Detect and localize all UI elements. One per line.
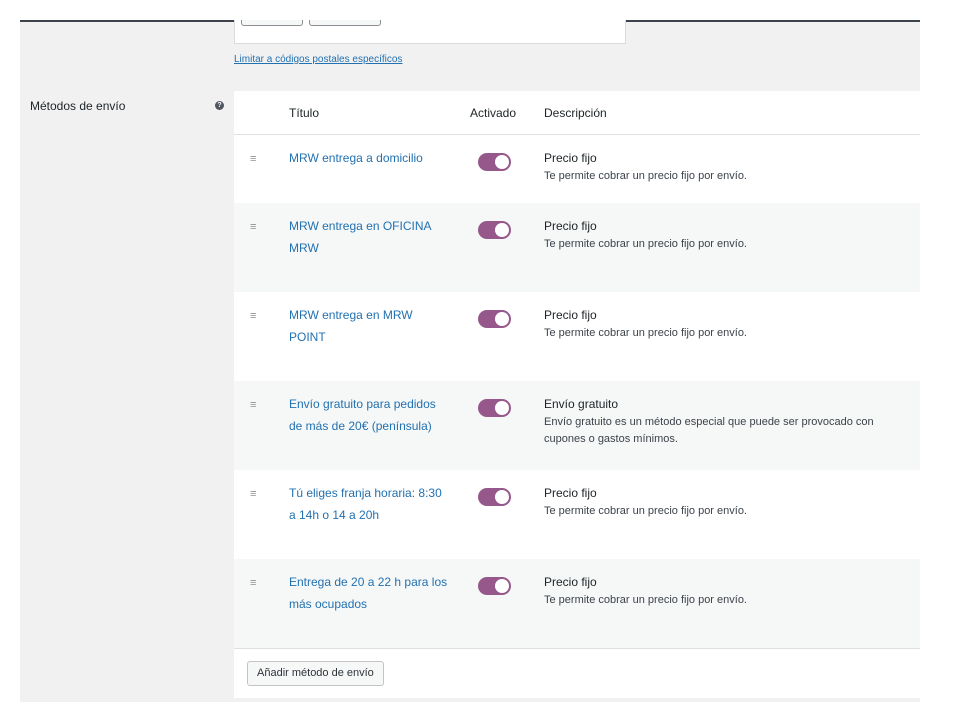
table-row: ≡ MRW entrega a domicilio Precio fijo Te… xyxy=(234,135,920,203)
table-row: ≡ MRW entrega en OFICINA MRW Precio fijo… xyxy=(234,203,920,292)
limit-postcodes-link[interactable]: Limitar a códigos postales específicos xyxy=(234,54,402,65)
method-type: Envío gratuito xyxy=(544,397,619,411)
method-title-link[interactable]: Entrega de 20 a 22 h para los más ocupad… xyxy=(289,571,449,615)
method-title-link[interactable]: MRW entrega a domicilio xyxy=(289,147,449,169)
enabled-toggle[interactable] xyxy=(478,310,511,328)
drag-handle-icon[interactable]: ≡ xyxy=(250,488,256,500)
method-title-link[interactable]: MRW entrega en OFICINA MRW xyxy=(289,215,449,259)
table-footer: Añadir método de envío xyxy=(234,648,920,698)
drag-handle-icon[interactable]: ≡ xyxy=(250,310,256,322)
method-description: Te permite cobrar un precio fijo por env… xyxy=(544,327,747,339)
enabled-toggle[interactable] xyxy=(478,488,511,506)
column-header-title: Título xyxy=(289,106,320,120)
shipping-zone-settings: Limitar a códigos postales específicos M… xyxy=(20,20,920,702)
drag-handle-icon[interactable]: ≡ xyxy=(250,221,256,233)
method-title-link[interactable]: MRW entrega en MRW POINT xyxy=(289,304,449,348)
drag-handle-icon[interactable]: ≡ xyxy=(250,577,256,589)
method-type: Precio fijo xyxy=(544,308,597,322)
column-header-description: Descripción xyxy=(544,106,607,120)
enabled-toggle[interactable] xyxy=(478,153,511,171)
enabled-toggle[interactable] xyxy=(478,577,511,595)
table-header: Título Activado Descripción xyxy=(234,91,920,135)
enabled-toggle[interactable] xyxy=(478,399,511,417)
drag-handle-icon[interactable]: ≡ xyxy=(250,399,256,411)
table-row: ≡ Tú eliges franja horaria: 8:30 a 14h o… xyxy=(234,470,920,559)
table-row: ≡ Entrega de 20 a 22 h para los más ocup… xyxy=(234,559,920,648)
method-description: Te permite cobrar un precio fijo por env… xyxy=(544,505,747,517)
drag-handle-icon[interactable]: ≡ xyxy=(250,153,256,165)
method-title-link[interactable]: Tú eliges franja horaria: 8:30 a 14h o 1… xyxy=(289,482,449,526)
add-shipping-method-button[interactable]: Añadir método de envío xyxy=(247,661,384,686)
method-description: Te permite cobrar un precio fijo por env… xyxy=(544,238,747,250)
postcode-button-1[interactable] xyxy=(241,20,303,26)
table-row: ≡ Envío gratuito para pedidos de más de … xyxy=(234,381,920,470)
shipping-methods-label: Métodos de envío xyxy=(30,99,126,113)
shipping-methods-table: Título Activado Descripción ≡ MRW entreg… xyxy=(234,91,920,698)
method-description: Envío gratuito es un método especial que… xyxy=(544,416,874,445)
method-title-link[interactable]: Envío gratuito para pedidos de más de 20… xyxy=(289,393,449,437)
postcode-textarea[interactable] xyxy=(234,20,626,44)
postcode-button-2[interactable] xyxy=(309,20,381,26)
column-header-enabled: Activado xyxy=(470,106,517,120)
method-description: Te permite cobrar un precio fijo por env… xyxy=(544,170,747,182)
table-row: ≡ MRW entrega en MRW POINT Precio fijo T… xyxy=(234,292,920,381)
method-type: Precio fijo xyxy=(544,219,597,233)
method-type: Precio fijo xyxy=(544,151,597,165)
method-type: Precio fijo xyxy=(544,486,597,500)
help-icon[interactable]: ? xyxy=(215,101,224,110)
method-description: Te permite cobrar un precio fijo por env… xyxy=(544,594,747,606)
method-type: Precio fijo xyxy=(544,575,597,589)
enabled-toggle[interactable] xyxy=(478,221,511,239)
